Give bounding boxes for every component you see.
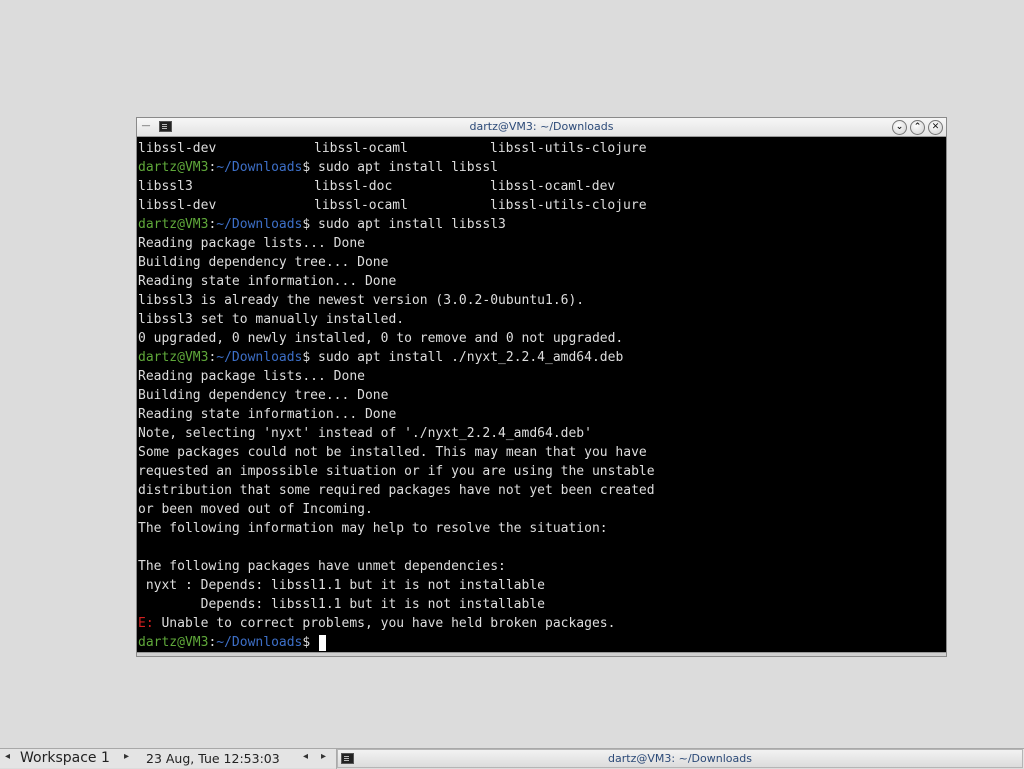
completion-item: libssl-utils-clojure: [490, 198, 647, 213]
prompt-symbol: $: [302, 635, 319, 650]
terminal-line: The following information may help to re…: [138, 521, 608, 536]
terminal-line: Reading state information... Done: [138, 274, 397, 289]
error-text: Unable to correct problems, you have hel…: [153, 616, 616, 631]
completion-item: libssl-dev: [138, 141, 217, 156]
prompt-path: ~/Downloads: [216, 635, 303, 650]
terminal-line: requested an impossible situation or if …: [138, 464, 655, 479]
terminal-line: libssl3 set to manually installed.: [138, 312, 405, 327]
command-text: sudo apt install libssl3: [318, 217, 506, 232]
terminal-line: dartz@VM3:~/Downloads$ sudo apt install …: [138, 158, 945, 177]
prompt-path: ~/Downloads: [216, 160, 303, 175]
maximize-icon[interactable]: ⌃: [910, 120, 925, 135]
terminal-line: Building dependency tree... Done: [138, 388, 389, 403]
command-text: sudo apt install ./nyxt_2.2.4_amd64.deb: [318, 350, 624, 365]
terminal-line: Reading state information... Done: [138, 407, 397, 422]
terminal-line: dartz@VM3:~/Downloads$: [138, 633, 945, 652]
error-label: E:: [138, 616, 154, 631]
taskbar: ◂ Workspace 1 ▸ 23 Aug, Tue 12:53:03 ◂ ▸…: [0, 748, 1024, 769]
completion-item: libssl-ocaml-dev: [490, 179, 616, 194]
terminal-line: libssl-dev libssl-ocaml libssl-utils-cloju…: [138, 196, 945, 215]
terminal-line: distribution that some required packages…: [138, 483, 655, 498]
completion-item: libssl-ocaml: [314, 198, 408, 213]
window-title: dartz@VM3: ~/Downloads: [469, 120, 614, 133]
close-icon[interactable]: ✕: [928, 120, 943, 135]
task-label: dartz@VM3: ~/Downloads: [608, 752, 752, 765]
terminal-line: libssl3 libssl-doc libssl-ocaml-dev: [138, 177, 945, 196]
workspace-switcher[interactable]: Workspace 1: [20, 750, 110, 766]
terminal-line: libssl3 is already the newest version (3…: [138, 293, 585, 308]
prompt-user: dartz@VM3: [138, 635, 209, 650]
terminal-line: Reading package lists... Done: [138, 369, 365, 384]
terminal-line: Note, selecting 'nyxt' instead of './nyx…: [138, 426, 592, 441]
prompt-path: ~/Downloads: [216, 217, 303, 232]
terminal-output[interactable]: libssl-dev libssl-ocaml libssl-utils-cloju…: [137, 137, 946, 656]
prompt-user: dartz@VM3: [138, 160, 209, 175]
prompt-user: dartz@VM3: [138, 350, 209, 365]
completion-item: libssl3: [138, 179, 193, 194]
command-text: sudo apt install libssl: [318, 160, 499, 175]
text-cursor[interactable]: [319, 634, 327, 651]
prompt-user: dartz@VM3: [138, 217, 209, 232]
task-prev-icon[interactable]: ◂: [303, 751, 308, 762]
minimize-icon[interactable]: ⌄: [892, 120, 907, 135]
prompt-symbol: $: [302, 217, 319, 232]
terminal-line: E: Unable to correct problems, you have …: [138, 614, 945, 633]
terminal-window[interactable]: — dartz@VM3: ~/Downloads ⌄ ⌃ ✕ libssl-de…: [136, 117, 947, 657]
task-terminal[interactable]: dartz@VM3: ~/Downloads: [337, 749, 1023, 768]
completion-item: libssl-utils-clojure: [490, 141, 647, 156]
prompt-symbol: $: [302, 350, 319, 365]
workspace-prev-icon[interactable]: ◂: [5, 751, 10, 762]
terminal-line: Reading package lists... Done: [138, 236, 365, 251]
workspace-next-icon[interactable]: ▸: [124, 751, 129, 762]
completion-item: libssl-ocaml: [314, 141, 408, 156]
completion-item: libssl-doc: [314, 179, 393, 194]
terminal-line: 0 upgraded, 0 newly installed, 0 to remo…: [138, 331, 624, 346]
terminal-scrollbar[interactable]: [137, 652, 946, 656]
terminal-line: Building dependency tree... Done: [138, 255, 389, 270]
terminal-line: Some packages could not be installed. Th…: [138, 445, 647, 460]
prompt-symbol: $: [302, 160, 319, 175]
terminal-line: dartz@VM3:~/Downloads$ sudo apt install …: [138, 215, 945, 234]
window-titlebar[interactable]: — dartz@VM3: ~/Downloads ⌄ ⌃ ✕: [137, 118, 946, 137]
task-next-icon[interactable]: ▸: [321, 751, 326, 762]
completion-item: libssl-dev: [138, 198, 217, 213]
prompt-path: ~/Downloads: [216, 350, 303, 365]
terminal-line: libssl-dev libssl-ocaml libssl-utils-cloju…: [138, 139, 945, 158]
terminal-line: or been moved out of Incoming.: [138, 502, 373, 517]
clock: 23 Aug, Tue 12:53:03: [146, 751, 280, 766]
terminal-line: nyxt : Depends: libssl1.1 but it is not …: [138, 578, 545, 593]
terminal-line: Depends: libssl1.1 but it is not install…: [138, 597, 545, 612]
terminal-line: dartz@VM3:~/Downloads$ sudo apt install …: [138, 348, 945, 367]
terminal-line: The following packages have unmet depend…: [138, 559, 506, 574]
